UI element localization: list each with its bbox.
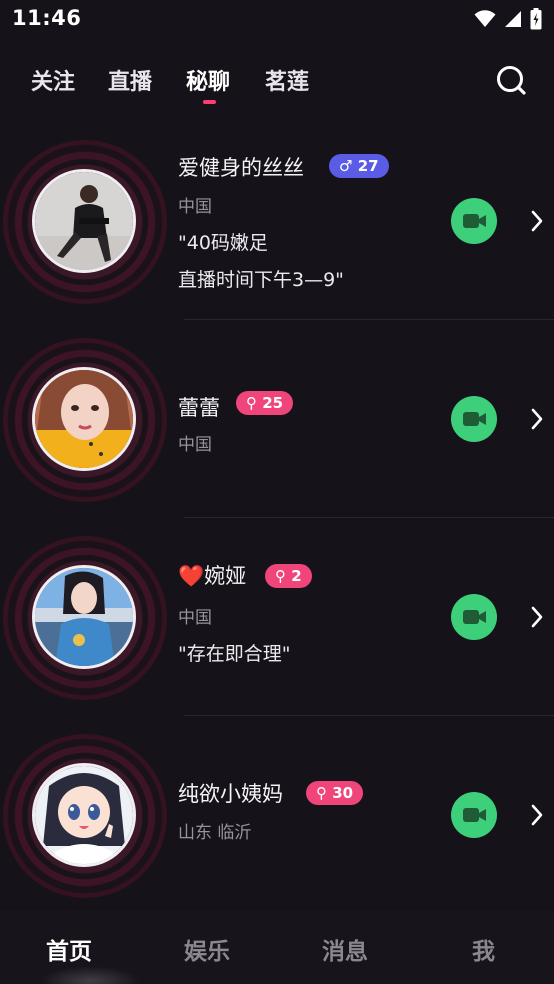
nav-me[interactable]: 我 [472,932,495,966]
gender-age-badge: ♂ 27 [329,154,389,178]
chevron-right-icon[interactable] [528,406,546,432]
signal-icon [505,11,521,27]
battery-icon [530,8,542,30]
tab-live[interactable]: 直播 [108,64,152,96]
active-nav-glow [40,966,140,984]
avatar[interactable] [32,367,136,471]
bottom-nav: 首页 娱乐 消息 我 [0,910,554,984]
chevron-right-icon[interactable] [528,208,546,234]
status-time: 11:46 [12,6,82,30]
female-icon: ⚲ [275,567,286,585]
chevron-right-icon[interactable] [528,802,546,828]
user-name: 纯欲小姨妈 [178,782,283,806]
user-location: 中国 [178,197,212,217]
avatar[interactable] [32,169,136,273]
top-tabs: 关注 直播 秘聊 茗莲 [0,56,554,108]
gender-age-badge: ⚲ 2 [265,564,312,588]
user-name: 爱健身的丝丝 [178,156,304,180]
tab-minglian[interactable]: 茗莲 [265,64,309,96]
wifi-icon [474,10,496,27]
video-camera-icon [463,412,486,426]
user-card[interactable]: 爱健身的丝丝 ♂ 27 中国 "40码嫩足 直播时间下午3—9" [0,122,554,320]
user-name: 蕾蕾 [178,396,220,420]
gender-age-badge: ⚲ 25 [236,391,294,415]
female-icon: ⚲ [246,394,257,412]
user-bio-line: 直播时间下午3—9" [178,269,344,291]
tab-private-chat[interactable]: 秘聊 [186,64,230,96]
video-camera-icon [463,214,486,228]
user-name: ❤️婉娅 [178,564,247,588]
video-camera-icon [463,610,486,624]
active-tab-indicator [203,100,216,104]
tab-follow[interactable]: 关注 [31,64,75,96]
user-bio-line: "存在即合理" [178,643,291,665]
chevron-right-icon[interactable] [528,604,546,630]
user-location: 山东 临沂 [178,823,252,843]
user-card[interactable]: 蕾蕾 ⚲ 25 中国 [0,320,554,518]
nav-messages[interactable]: 消息 [322,932,368,966]
male-icon: ♂ [339,157,353,175]
avatar[interactable] [32,763,136,867]
video-call-button[interactable] [451,594,497,640]
user-card[interactable]: ❤️婉娅 ⚲ 2 中国 "存在即合理" [0,518,554,716]
female-icon: ⚲ [316,784,327,802]
video-call-button[interactable] [451,792,497,838]
avatar[interactable] [32,565,136,669]
status-icons [474,8,542,30]
search-icon[interactable] [494,63,528,97]
app-screen: 11:46 关注 直播 秘聊 茗莲 爱健身的丝丝 ♂ 27 中国 "40码嫩足 … [0,0,554,984]
status-bar: 11:46 [0,0,554,38]
nav-entertainment[interactable]: 娱乐 [184,932,230,966]
user-location: 中国 [178,435,212,455]
user-bio-line: "40码嫩足 [178,232,268,254]
video-call-button[interactable] [451,198,497,244]
video-camera-icon [463,808,486,822]
user-location: 中国 [178,608,212,628]
nav-home[interactable]: 首页 [46,932,92,966]
user-card[interactable]: 纯欲小姨妈 ⚲ 30 山东 临沂 [0,716,554,914]
video-call-button[interactable] [451,396,497,442]
gender-age-badge: ⚲ 30 [306,781,364,805]
